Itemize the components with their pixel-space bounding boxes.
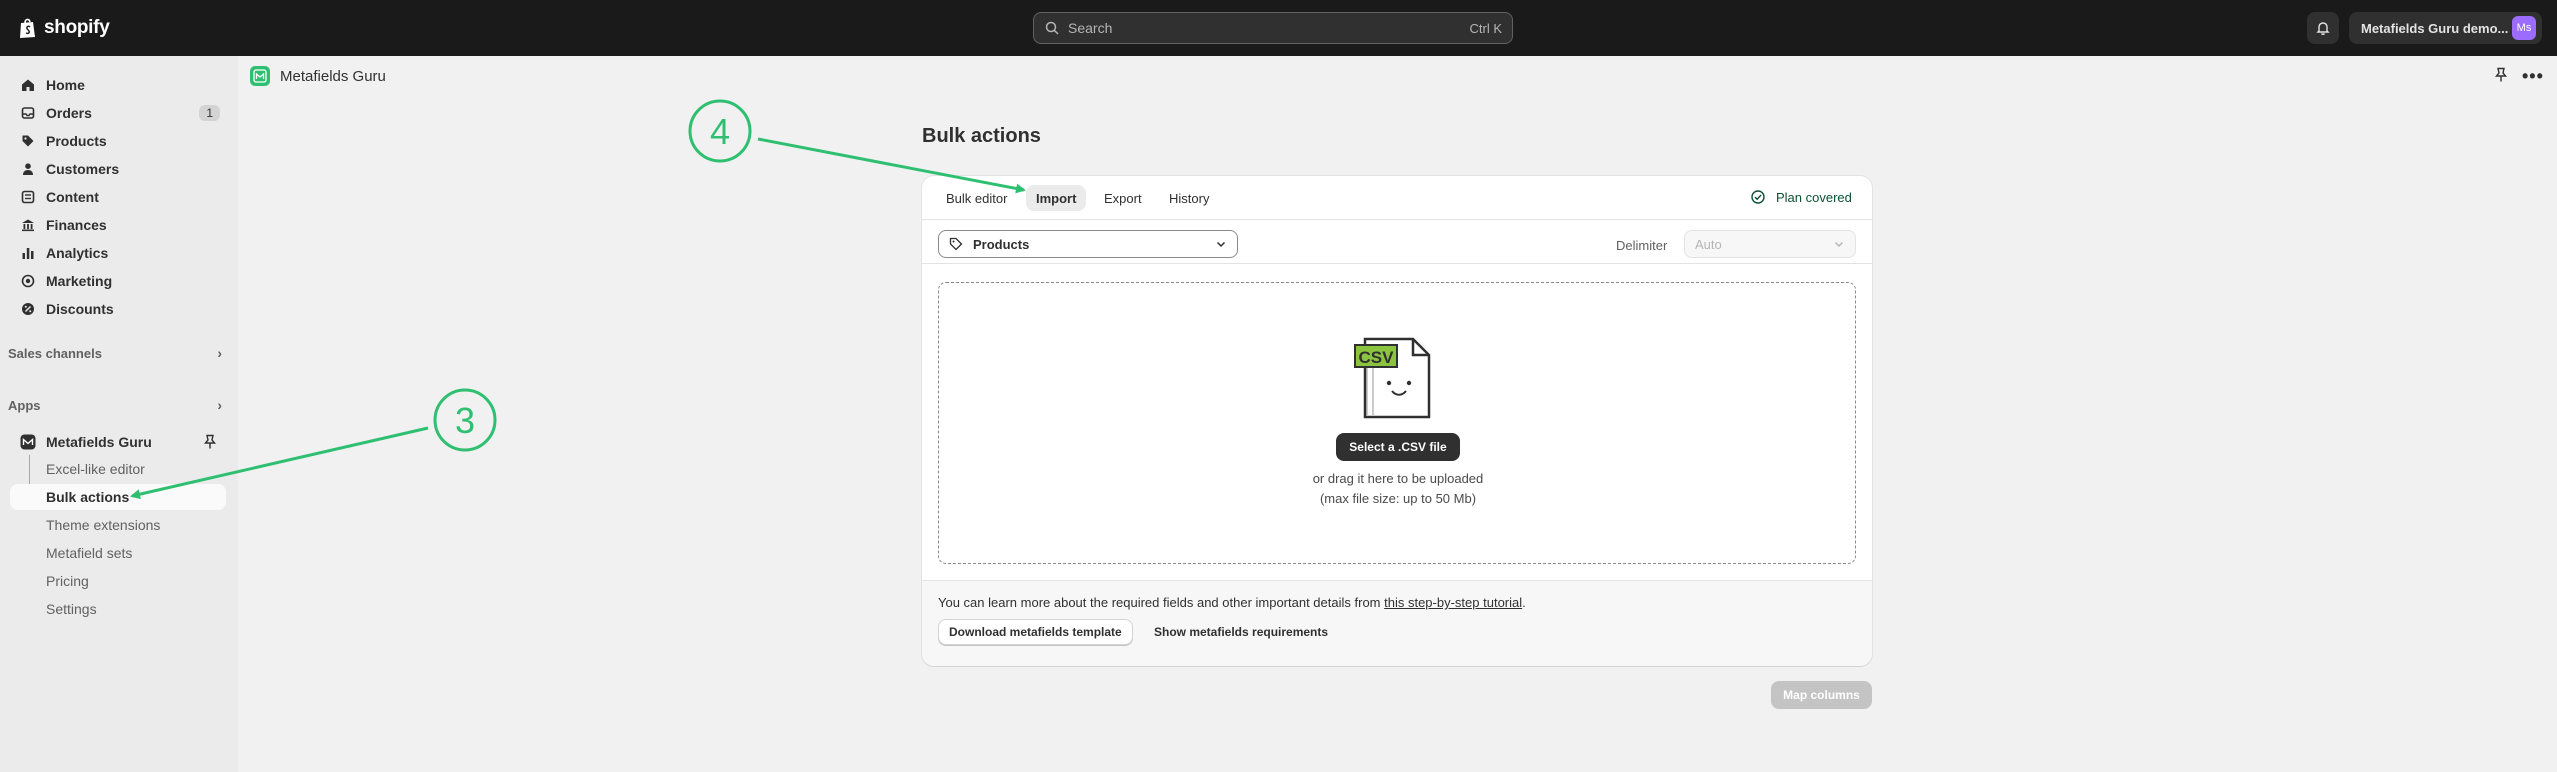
page-title: Bulk actions [922,125,1041,147]
search-input[interactable]: Search Ctrl K [1033,12,1513,44]
sidebar-item-metafields-guru[interactable]: Metafields Guru [10,428,226,456]
sidebar-item-label: Metafields Guru [46,434,152,450]
sidebar-item-label: Content [46,189,99,205]
sidebar-item-label: Marketing [46,273,113,289]
sidebar-subitem-theme-extensions[interactable]: Theme extensions [46,512,160,538]
step-3-circle [433,388,497,452]
check-circle-icon [1751,190,1765,204]
import-options-row: Products Delimiter Auto [922,220,1872,264]
app-title-bar: Metafields Guru [238,56,2557,96]
map-columns-button[interactable]: Map columns [1771,681,1872,709]
brand-name: shopify [44,17,110,38]
metafields-guru-logo-icon [250,66,270,86]
delimiter-select[interactable]: Auto [1684,230,1856,258]
delimiter-label: Delimiter [1616,238,1668,253]
sidebar-item-label: Products [46,133,107,149]
sidebar-subitem-pricing[interactable]: Pricing [46,568,89,594]
sidebar-item-home[interactable]: Home [10,71,226,99]
sidebar-item-label: Finances [46,217,107,233]
info-text: You can learn more about the required fi… [938,595,1385,610]
chart-icon [20,245,36,261]
tab-export[interactable]: Export [1094,185,1152,211]
notifications-button[interactable] [2307,12,2339,44]
sidebar-subitem-settings[interactable]: Settings [46,596,97,622]
chevron-right-icon: › [217,345,222,361]
content-icon [20,189,36,205]
sidebar-subitem-excel-editor[interactable]: Excel-like editor [46,456,145,482]
object-type-select[interactable]: Products [938,230,1238,258]
tutorial-link[interactable]: this step-by-step tutorial [1384,595,1522,610]
sidebar-item-content[interactable]: Content [10,183,226,211]
tutorial-info: You can learn more about the required fi… [938,595,1526,610]
drag-hint: or drag it here to be uploaded [1312,471,1484,486]
sidebar-item-orders[interactable]: Orders 1 [10,99,226,127]
home-icon [20,77,36,93]
tab-bar: Bulk editor Import Export History Plan c… [922,176,1872,220]
step-3-number: 3 [455,400,475,441]
csv-file-icon: CSV [1354,337,1431,419]
step-4-circle [688,99,752,163]
sidebar-item-label: Orders [46,105,92,121]
sidebar-item-discounts[interactable]: Discounts [10,295,226,323]
sidebar-item-label: Home [46,77,85,93]
chevron-down-icon [1216,241,1226,248]
info-end: . [1522,595,1526,610]
sidebar-item-finances[interactable]: Finances [10,211,226,239]
top-bar: shopify Search Ctrl K Metafields Guru de… [0,0,2557,56]
more-actions-icon[interactable]: ••• [2522,66,2544,87]
apps-label: Apps [8,397,41,413]
target-icon [20,273,36,289]
search-placeholder: Search [1068,20,1113,36]
search-shortcut: Ctrl K [1469,20,1503,36]
chevron-right-icon: › [217,397,222,413]
plan-status: Plan covered [1750,189,1852,205]
shopify-logo[interactable]: shopify [18,14,110,42]
store-menu-button[interactable]: Metafields Guru demo... Ms [2349,12,2542,44]
sidebar-item-products[interactable]: Products [10,127,226,155]
bell-icon [2316,22,2330,35]
csv-badge-text: CSV [1359,348,1395,367]
orders-count-badge: 1 [199,105,220,121]
app-title: Metafields Guru [280,67,386,85]
apps-section[interactable]: Apps › [8,393,222,417]
pin-icon[interactable] [203,434,217,450]
sidebar-item-label: Analytics [46,245,109,261]
sidebar-subitem-metafield-sets[interactable]: Metafield sets [46,540,132,566]
search-icon [1045,21,1059,35]
tag-icon [949,237,963,251]
person-icon [20,161,36,177]
sidebar-item-marketing[interactable]: Marketing [10,267,226,295]
sidebar-item-label: Customers [46,161,120,177]
pin-icon[interactable] [2494,67,2508,83]
object-type-value: Products [973,236,1030,252]
tab-bulk-editor[interactable]: Bulk editor [936,185,1017,211]
sales-channels-section[interactable]: Sales channels › [8,341,222,365]
file-drop-zone[interactable]: CSV Select a .CSV file or drag it here t… [938,282,1856,564]
bulk-actions-card: Bulk editor Import Export History Plan c… [922,176,1872,666]
tab-history[interactable]: History [1159,185,1219,211]
avatar: Ms [2512,16,2536,40]
max-size-hint: (max file size: up to 50 Mb) [1319,491,1477,506]
orders-icon [20,105,36,121]
metafields-guru-app-icon [20,434,36,450]
card-footer: You can learn more about the required fi… [922,580,1872,666]
step-4-number: 4 [710,111,730,152]
bank-icon [20,217,36,233]
discount-icon [20,301,36,317]
sidebar-item-customers[interactable]: Customers [10,155,226,183]
store-name: Metafields Guru demo... [2361,20,2509,36]
plan-status-label: Plan covered [1776,189,1852,205]
chevron-down-icon [1834,241,1844,248]
show-requirements-button[interactable]: Show metafields requirements [1154,619,1328,645]
download-template-button[interactable]: Download metafields template [938,619,1133,645]
select-csv-button[interactable]: Select a .CSV file [1336,433,1460,461]
sales-channels-label: Sales channels [8,345,102,361]
sidebar-subitem-bulk-actions[interactable]: Bulk actions [10,484,226,510]
tag-icon [20,133,36,149]
tab-import[interactable]: Import [1026,185,1087,211]
sidebar-item-label: Discounts [46,301,114,317]
delimiter-value: Auto [1695,236,1722,252]
sidebar-item-analytics[interactable]: Analytics [10,239,226,267]
shopify-bag-icon [20,18,35,38]
